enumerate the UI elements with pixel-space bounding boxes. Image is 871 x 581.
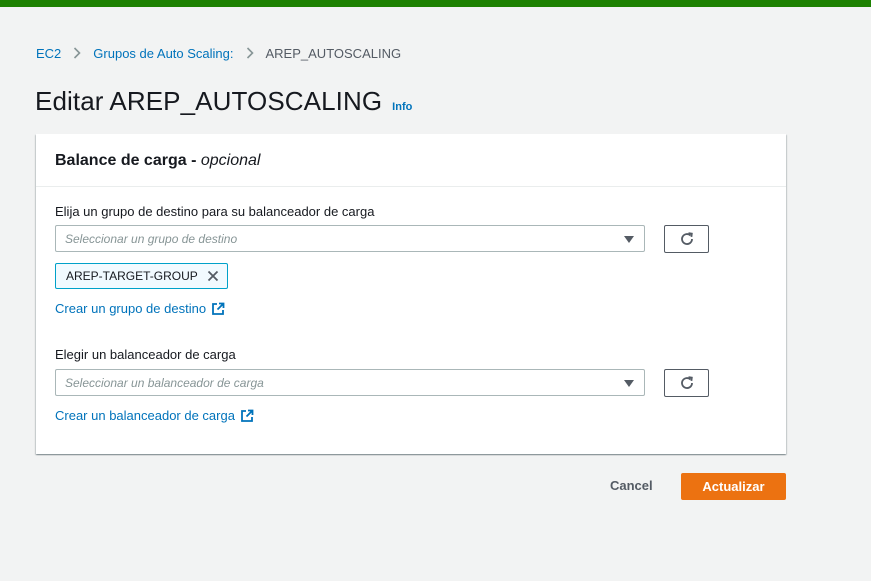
chevron-right-icon xyxy=(73,47,81,59)
external-link-icon xyxy=(241,409,254,422)
info-link[interactable]: Info xyxy=(392,101,412,113)
caret-down-icon xyxy=(624,236,634,243)
panel-title-text: Balance de carga xyxy=(55,152,187,169)
breadcrumb: EC2 Grupos de Auto Scaling: AREP_AUTOSCA… xyxy=(36,45,401,61)
external-link-icon xyxy=(212,302,225,315)
caret-down-icon xyxy=(624,380,634,387)
breadcrumb-auto-scaling-groups[interactable]: Grupos de Auto Scaling: xyxy=(93,46,233,61)
load-balancing-panel: Balance de carga - opcional Elija un gru… xyxy=(36,134,786,454)
load-balancer-label: Elegir un balanceador de carga xyxy=(55,347,236,362)
load-balancer-select[interactable]: Seleccionar un balanceador de carga xyxy=(55,369,645,396)
top-status-bar xyxy=(0,0,871,7)
breadcrumb-current: AREP_AUTOSCALING xyxy=(265,45,402,61)
page-title: Editar AREP_AUTOSCALING xyxy=(35,86,383,116)
selected-target-group-token: AREP-TARGET-GROUP xyxy=(55,263,228,289)
panel-title-optional: opcional xyxy=(200,152,261,169)
create-target-group-link[interactable]: Crear un grupo de destino xyxy=(55,301,225,316)
refresh-load-balancers-button[interactable] xyxy=(664,369,709,397)
target-group-placeholder: Seleccionar un grupo de destino xyxy=(65,232,238,246)
page-header: Editar AREP_AUTOSCALING Info xyxy=(35,86,412,117)
token-label: AREP-TARGET-GROUP xyxy=(66,269,198,283)
refresh-target-groups-button[interactable] xyxy=(664,225,709,253)
panel-header: Balance de carga - opcional xyxy=(36,134,786,187)
refresh-icon xyxy=(680,232,693,245)
cancel-button[interactable]: Cancel xyxy=(610,478,653,493)
refresh-icon xyxy=(680,376,693,389)
panel-title: Balance de carga - opcional xyxy=(55,152,261,169)
breadcrumb-ec2[interactable]: EC2 xyxy=(36,46,61,61)
target-group-label: Elija un grupo de destino para su balanc… xyxy=(55,204,375,219)
create-load-balancer-link[interactable]: Crear un balanceador de carga xyxy=(55,408,254,423)
chevron-right-icon xyxy=(246,47,254,59)
update-button[interactable]: Actualizar xyxy=(681,473,786,500)
create-target-group-label: Crear un grupo de destino xyxy=(55,301,207,316)
close-icon[interactable] xyxy=(207,270,219,282)
create-load-balancer-label: Crear un balanceador de carga xyxy=(55,408,235,423)
load-balancer-placeholder: Seleccionar un balanceador de carga xyxy=(65,376,264,390)
target-group-select[interactable]: Seleccionar un grupo de destino xyxy=(55,225,645,252)
